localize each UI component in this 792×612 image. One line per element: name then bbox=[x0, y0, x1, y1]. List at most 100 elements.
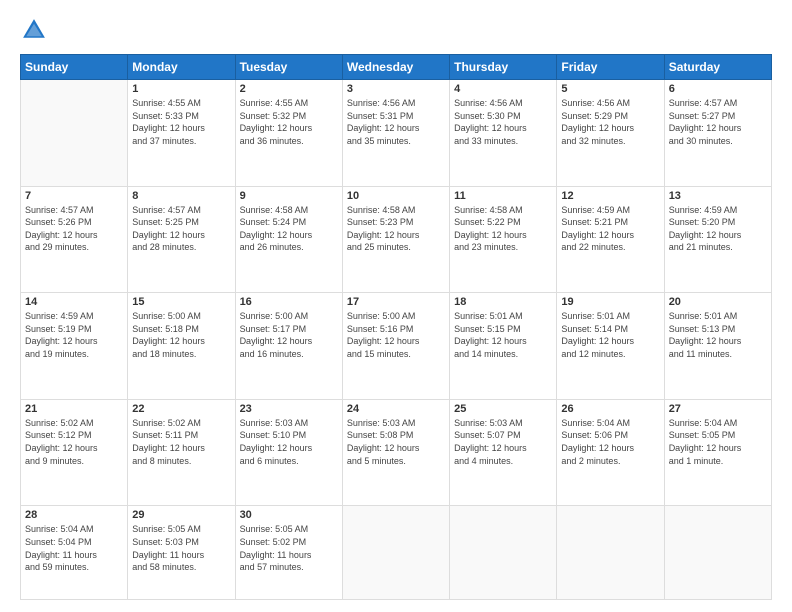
calendar-cell bbox=[342, 506, 449, 600]
calendar-week-row: 28 Sunrise: 5:04 AM Sunset: 5:04 PM Dayli… bbox=[21, 506, 772, 600]
calendar-cell: 8 Sunrise: 4:57 AM Sunset: 5:25 PM Daylig… bbox=[128, 186, 235, 293]
day-number: 30 bbox=[240, 509, 338, 521]
day-info: Sunrise: 5:03 AM Sunset: 5:10 PM Dayligh… bbox=[240, 417, 338, 467]
day-number: 8 bbox=[132, 190, 230, 202]
calendar-header: SundayMondayTuesdayWednesdayThursdayFrid… bbox=[21, 55, 772, 80]
calendar-cell: 21Sunrise: 5:02 AM Sunset: 5:12 PM Dayli… bbox=[21, 399, 128, 506]
header bbox=[20, 16, 772, 44]
day-info: Sunrise: 5:03 AM Sunset: 5:07 PM Dayligh… bbox=[454, 417, 552, 467]
weekday-header: Monday bbox=[128, 55, 235, 80]
calendar-week-row: 1 Sunrise: 4:55 AM Sunset: 5:33 PM Daylig… bbox=[21, 80, 772, 187]
day-info: Sunrise: 4:56 AM Sunset: 5:31 PM Dayligh… bbox=[347, 97, 445, 147]
day-info: Sunrise: 4:58 AM Sunset: 5:22 PM Dayligh… bbox=[454, 204, 552, 254]
calendar-cell: 28 Sunrise: 5:04 AM Sunset: 5:04 PM Dayli… bbox=[21, 506, 128, 600]
calendar-cell: 2Sunrise: 4:55 AM Sunset: 5:32 PM Daylig… bbox=[235, 80, 342, 187]
calendar-cell: 5 Sunrise: 4:56 AM Sunset: 5:29 PM Daylig… bbox=[557, 80, 664, 187]
day-info: Sunrise: 4:57 AM Sunset: 5:26 PM Dayligh… bbox=[25, 204, 123, 254]
calendar-table: SundayMondayTuesdayWednesdayThursdayFrid… bbox=[20, 54, 772, 600]
calendar-cell: 7 Sunrise: 4:57 AM Sunset: 5:26 PM Daylig… bbox=[21, 186, 128, 293]
day-number: 22 bbox=[132, 403, 230, 415]
calendar-cell: 13Sunrise: 4:59 AM Sunset: 5:20 PM Dayli… bbox=[664, 186, 771, 293]
calendar-cell: 20 Sunrise: 5:01 AM Sunset: 5:13 PM Dayli… bbox=[664, 293, 771, 400]
day-info: Sunrise: 5:05 AM Sunset: 5:02 PM Dayligh… bbox=[240, 523, 338, 573]
calendar-week-row: 14 Sunrise: 4:59 AM Sunset: 5:19 PM Dayli… bbox=[21, 293, 772, 400]
day-info: Sunrise: 4:59 AM Sunset: 5:20 PM Dayligh… bbox=[669, 204, 767, 254]
calendar-week-row: 21Sunrise: 5:02 AM Sunset: 5:12 PM Dayli… bbox=[21, 399, 772, 506]
day-info: Sunrise: 4:56 AM Sunset: 5:29 PM Dayligh… bbox=[561, 97, 659, 147]
day-number: 26 bbox=[561, 403, 659, 415]
day-number: 28 bbox=[25, 509, 123, 521]
calendar-cell bbox=[557, 506, 664, 600]
calendar-cell: 23 Sunrise: 5:03 AM Sunset: 5:10 PM Dayli… bbox=[235, 399, 342, 506]
day-info: Sunrise: 4:57 AM Sunset: 5:27 PM Dayligh… bbox=[669, 97, 767, 147]
day-number: 6 bbox=[669, 83, 767, 95]
day-info: Sunrise: 4:58 AM Sunset: 5:24 PM Dayligh… bbox=[240, 204, 338, 254]
day-info: Sunrise: 5:03 AM Sunset: 5:08 PM Dayligh… bbox=[347, 417, 445, 467]
day-number: 4 bbox=[454, 83, 552, 95]
day-info: Sunrise: 4:59 AM Sunset: 5:21 PM Dayligh… bbox=[561, 204, 659, 254]
day-number: 5 bbox=[561, 83, 659, 95]
day-number: 11 bbox=[454, 190, 552, 202]
day-info: Sunrise: 4:55 AM Sunset: 5:32 PM Dayligh… bbox=[240, 97, 338, 147]
calendar-cell: 30 Sunrise: 5:05 AM Sunset: 5:02 PM Dayli… bbox=[235, 506, 342, 600]
calendar-cell: 9 Sunrise: 4:58 AM Sunset: 5:24 PM Daylig… bbox=[235, 186, 342, 293]
calendar-body: 1 Sunrise: 4:55 AM Sunset: 5:33 PM Daylig… bbox=[21, 80, 772, 600]
day-number: 24 bbox=[347, 403, 445, 415]
day-number: 3 bbox=[347, 83, 445, 95]
weekday-header: Sunday bbox=[21, 55, 128, 80]
weekday-header: Tuesday bbox=[235, 55, 342, 80]
calendar-cell: 27 Sunrise: 5:04 AM Sunset: 5:05 PM Dayli… bbox=[664, 399, 771, 506]
day-info: Sunrise: 5:04 AM Sunset: 5:06 PM Dayligh… bbox=[561, 417, 659, 467]
day-info: Sunrise: 4:58 AM Sunset: 5:23 PM Dayligh… bbox=[347, 204, 445, 254]
page: SundayMondayTuesdayWednesdayThursdayFrid… bbox=[0, 0, 792, 612]
calendar-cell: 14 Sunrise: 4:59 AM Sunset: 5:19 PM Dayli… bbox=[21, 293, 128, 400]
day-number: 7 bbox=[25, 190, 123, 202]
day-number: 20 bbox=[669, 296, 767, 308]
calendar-cell: 1 Sunrise: 4:55 AM Sunset: 5:33 PM Daylig… bbox=[128, 80, 235, 187]
calendar-cell: 29Sunrise: 5:05 AM Sunset: 5:03 PM Dayli… bbox=[128, 506, 235, 600]
day-number: 19 bbox=[561, 296, 659, 308]
day-number: 16 bbox=[240, 296, 338, 308]
day-info: Sunrise: 5:00 AM Sunset: 5:18 PM Dayligh… bbox=[132, 310, 230, 360]
weekday-header: Thursday bbox=[450, 55, 557, 80]
day-info: Sunrise: 5:01 AM Sunset: 5:14 PM Dayligh… bbox=[561, 310, 659, 360]
weekday-row: SundayMondayTuesdayWednesdayThursdayFrid… bbox=[21, 55, 772, 80]
day-info: Sunrise: 4:55 AM Sunset: 5:33 PM Dayligh… bbox=[132, 97, 230, 147]
calendar-cell bbox=[664, 506, 771, 600]
day-number: 15 bbox=[132, 296, 230, 308]
calendar-cell: 17 Sunrise: 5:00 AM Sunset: 5:16 PM Dayli… bbox=[342, 293, 449, 400]
day-number: 17 bbox=[347, 296, 445, 308]
day-number: 10 bbox=[347, 190, 445, 202]
calendar-cell: 26 Sunrise: 5:04 AM Sunset: 5:06 PM Dayli… bbox=[557, 399, 664, 506]
weekday-header: Friday bbox=[557, 55, 664, 80]
day-info: Sunrise: 5:01 AM Sunset: 5:13 PM Dayligh… bbox=[669, 310, 767, 360]
day-number: 25 bbox=[454, 403, 552, 415]
day-info: Sunrise: 5:04 AM Sunset: 5:04 PM Dayligh… bbox=[25, 523, 123, 573]
day-info: Sunrise: 5:00 AM Sunset: 5:17 PM Dayligh… bbox=[240, 310, 338, 360]
day-info: Sunrise: 4:56 AM Sunset: 5:30 PM Dayligh… bbox=[454, 97, 552, 147]
day-number: 12 bbox=[561, 190, 659, 202]
day-number: 9 bbox=[240, 190, 338, 202]
calendar-cell: 24 Sunrise: 5:03 AM Sunset: 5:08 PM Dayli… bbox=[342, 399, 449, 506]
day-info: Sunrise: 4:57 AM Sunset: 5:25 PM Dayligh… bbox=[132, 204, 230, 254]
day-number: 18 bbox=[454, 296, 552, 308]
calendar-cell: 6 Sunrise: 4:57 AM Sunset: 5:27 PM Daylig… bbox=[664, 80, 771, 187]
weekday-header: Saturday bbox=[664, 55, 771, 80]
day-info: Sunrise: 5:04 AM Sunset: 5:05 PM Dayligh… bbox=[669, 417, 767, 467]
weekday-header: Wednesday bbox=[342, 55, 449, 80]
day-number: 29 bbox=[132, 509, 230, 521]
calendar-cell: 12 Sunrise: 4:59 AM Sunset: 5:21 PM Dayli… bbox=[557, 186, 664, 293]
day-number: 23 bbox=[240, 403, 338, 415]
day-number: 27 bbox=[669, 403, 767, 415]
calendar-cell: 3 Sunrise: 4:56 AM Sunset: 5:31 PM Daylig… bbox=[342, 80, 449, 187]
calendar-cell: 15 Sunrise: 5:00 AM Sunset: 5:18 PM Dayli… bbox=[128, 293, 235, 400]
day-info: Sunrise: 4:59 AM Sunset: 5:19 PM Dayligh… bbox=[25, 310, 123, 360]
day-info: Sunrise: 5:01 AM Sunset: 5:15 PM Dayligh… bbox=[454, 310, 552, 360]
logo-icon bbox=[20, 16, 48, 44]
day-info: Sunrise: 5:00 AM Sunset: 5:16 PM Dayligh… bbox=[347, 310, 445, 360]
day-number: 1 bbox=[132, 83, 230, 95]
calendar-cell bbox=[450, 506, 557, 600]
calendar-cell: 22Sunrise: 5:02 AM Sunset: 5:11 PM Dayli… bbox=[128, 399, 235, 506]
day-number: 14 bbox=[25, 296, 123, 308]
day-info: Sunrise: 5:02 AM Sunset: 5:12 PM Dayligh… bbox=[25, 417, 123, 467]
